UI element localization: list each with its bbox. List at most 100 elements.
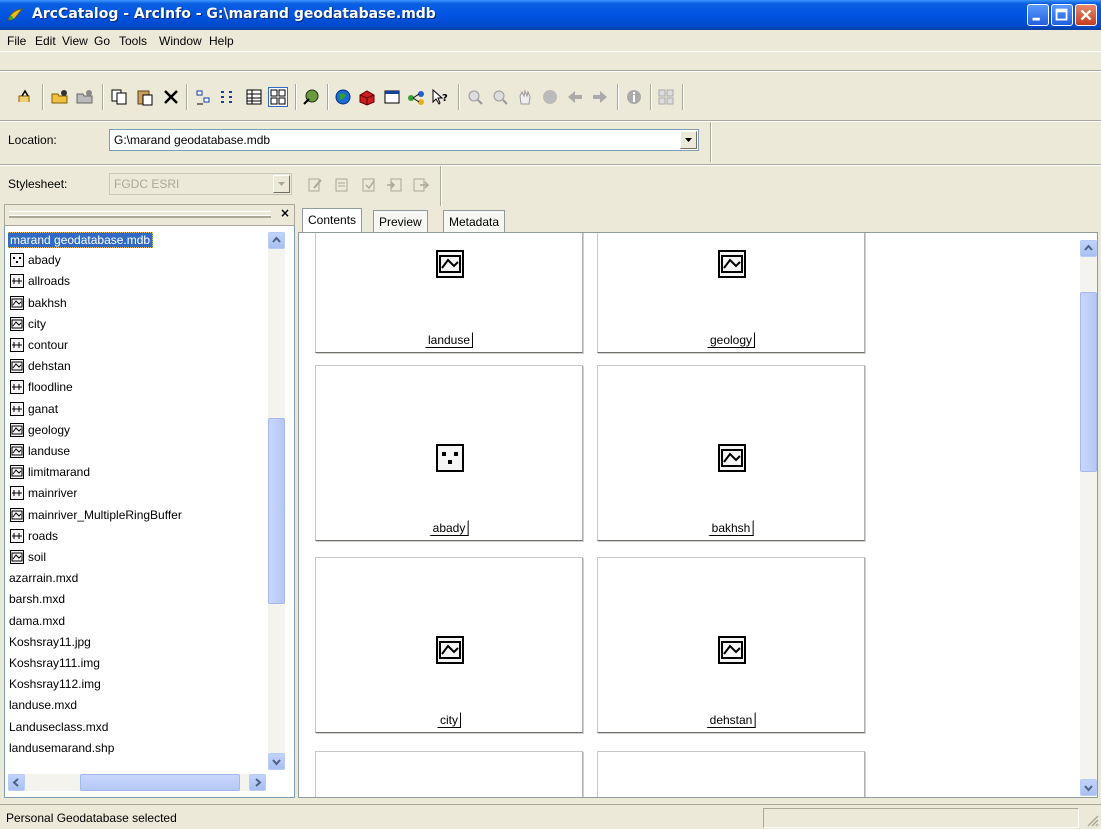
arccatalog-window: ArcCatalog - ArcInfo - G:\marand geodata… xyxy=(0,0,1101,829)
tree-item-label: dama.mxd xyxy=(9,613,66,628)
location-combobox[interactable]: G:\marand geodatabase.mdb xyxy=(109,129,699,151)
toolbar-separator xyxy=(650,84,652,110)
tab-preview[interactable]: Preview xyxy=(373,210,428,232)
chevron-down-icon xyxy=(278,182,285,186)
point-feature-class-icon xyxy=(436,444,464,472)
status-bar: Personal Geodatabase selected xyxy=(0,804,1101,829)
tree-item-label: bakhsh xyxy=(28,295,67,310)
up-one-level-icon[interactable] xyxy=(16,88,34,106)
create-update-metadata-icon[interactable] xyxy=(360,176,378,194)
large-icons-view-icon[interactable] xyxy=(194,88,212,106)
launch-arcmap-icon[interactable] xyxy=(302,88,320,106)
stylesheet-combobox[interactable]: FGDC ESRI xyxy=(109,173,292,195)
edit-metadata-icon[interactable] xyxy=(306,176,324,194)
catalog-tree: marand geodatabase.mdb abady allroads bakhs… xyxy=(8,229,266,769)
tree-item-label: ganat xyxy=(28,401,59,416)
toolbar-separator xyxy=(295,84,297,110)
scroll-up-button[interactable] xyxy=(1080,240,1097,257)
full-extent-icon[interactable] xyxy=(541,88,559,106)
thumbnail-card[interactable]: bakhsh xyxy=(597,365,865,541)
chevron-up-icon xyxy=(272,236,281,243)
tree-item-label: contour xyxy=(28,338,69,352)
close-panel-icon[interactable]: × xyxy=(280,206,290,220)
disconnect-folder-icon[interactable] xyxy=(76,88,94,106)
scroll-left-button[interactable] xyxy=(8,774,25,791)
toolbar-separator xyxy=(327,84,329,110)
copy-icon[interactable] xyxy=(110,88,128,106)
stylesheet-dropdown-button[interactable] xyxy=(273,175,290,193)
connect-folder-icon[interactable] xyxy=(51,88,69,106)
thumbnail-card[interactable]: city xyxy=(315,557,583,733)
thumbnails-view-icon[interactable] xyxy=(268,87,288,107)
model-builder-icon[interactable] xyxy=(407,88,425,106)
paste-icon[interactable] xyxy=(136,88,154,106)
polygon-feature-class-icon xyxy=(10,295,24,310)
tree-vertical-scrollbar[interactable] xyxy=(268,232,285,770)
title-bar[interactable]: ArcCatalog - ArcInfo - G:\marand geodata… xyxy=(0,0,1101,30)
scroll-thumb[interactable] xyxy=(1080,292,1097,472)
search-globe-icon[interactable] xyxy=(334,88,352,106)
minimize-button[interactable] xyxy=(1027,4,1049,26)
thumbnail-card[interactable]: geology xyxy=(597,233,865,353)
svg-text:?: ? xyxy=(442,93,448,104)
menu-tools[interactable]: Tools xyxy=(119,34,147,48)
scroll-up-button[interactable] xyxy=(268,232,285,249)
export-metadata-icon[interactable] xyxy=(412,176,430,194)
contents-vertical-scrollbar[interactable] xyxy=(1080,240,1097,796)
menu-window[interactable]: Window xyxy=(159,34,202,48)
thumbnail-card[interactable]: dehstan xyxy=(597,557,865,733)
zoom-out-icon[interactable] xyxy=(491,88,509,106)
thumbnail-card[interactable] xyxy=(597,751,865,797)
thumbnail-card[interactable] xyxy=(315,751,583,797)
menu-help[interactable]: Help xyxy=(209,34,234,48)
zoom-in-icon[interactable] xyxy=(466,88,484,106)
back-arrow-icon[interactable] xyxy=(566,88,584,106)
panel-grip[interactable] xyxy=(9,215,271,218)
polygon-feature-class-icon xyxy=(436,250,464,278)
chevron-down-icon xyxy=(272,759,281,766)
thumbnail-label: dehstan xyxy=(706,712,756,728)
scroll-down-button[interactable] xyxy=(1080,779,1097,796)
thumbnail-card[interactable]: abady xyxy=(315,365,583,541)
create-thumbnail-icon[interactable] xyxy=(657,88,675,106)
scroll-right-button[interactable] xyxy=(249,774,266,791)
arctoolbox-icon[interactable] xyxy=(358,88,376,106)
tab-contents[interactable]: Contents xyxy=(302,208,363,233)
menu-view[interactable]: View xyxy=(62,34,88,48)
command-line-icon[interactable] xyxy=(383,88,401,106)
catalog-tree-header: × xyxy=(4,204,295,226)
maximize-button[interactable] xyxy=(1051,4,1073,26)
status-text: Personal Geodatabase selected xyxy=(6,811,177,825)
close-button[interactable] xyxy=(1075,4,1097,26)
thumbnail-label: abady xyxy=(429,520,469,536)
arccatalog-app-icon xyxy=(7,8,24,21)
import-metadata-icon[interactable] xyxy=(386,176,404,194)
tree-item-label: mainriver_MultipleRingBuffer xyxy=(28,507,182,522)
scroll-down-button[interactable] xyxy=(268,753,285,770)
thumbnail-label: bakhsh xyxy=(708,520,754,536)
location-dropdown-button[interactable] xyxy=(680,131,697,149)
thumbnail-card[interactable]: landuse xyxy=(315,233,583,353)
tree-horizontal-scrollbar[interactable] xyxy=(8,774,266,791)
menu-file[interactable]: File xyxy=(7,34,26,48)
tree-item-label: azarrain.mxd xyxy=(9,571,79,586)
pan-icon[interactable] xyxy=(516,88,534,106)
tab-metadata[interactable]: Metadata xyxy=(443,210,506,232)
metadata-properties-icon[interactable] xyxy=(333,176,351,194)
menu-go[interactable]: Go xyxy=(94,34,110,48)
menu-edit[interactable]: Edit xyxy=(35,34,56,48)
delete-icon[interactable] xyxy=(162,88,180,106)
scroll-thumb[interactable] xyxy=(268,418,285,604)
tree-item-label: marand geodatabase.mdb xyxy=(8,232,154,248)
details-view-icon[interactable] xyxy=(245,88,263,106)
list-view-icon[interactable] xyxy=(219,88,237,106)
tree-item-label: soil xyxy=(28,550,47,564)
line-feature-class-icon xyxy=(10,486,24,501)
scroll-thumb[interactable] xyxy=(80,774,240,791)
identify-icon[interactable] xyxy=(625,88,643,106)
polygon-feature-class-icon xyxy=(10,444,24,458)
chevron-down-icon xyxy=(685,138,692,142)
resize-grip-icon[interactable] xyxy=(1085,813,1099,827)
whats-this-help-icon[interactable]: ? xyxy=(431,88,449,106)
forward-arrow-icon[interactable] xyxy=(591,88,609,106)
